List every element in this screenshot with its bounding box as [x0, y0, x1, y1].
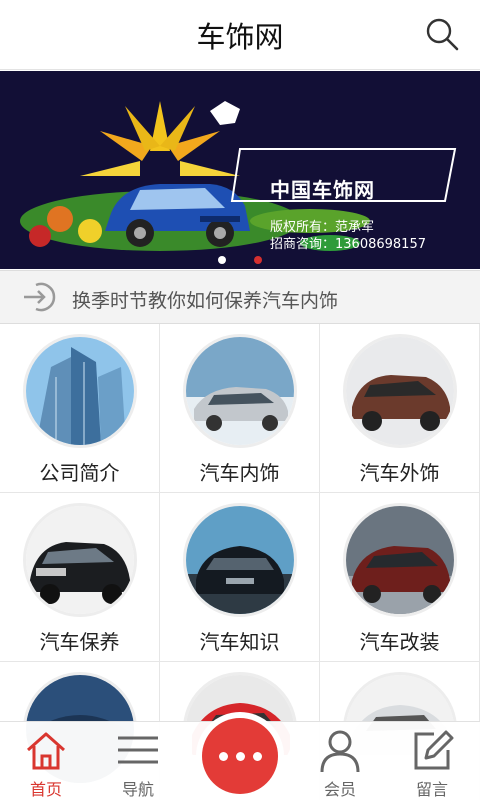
user-icon [320, 730, 360, 772]
category-label: 汽车改装 [359, 630, 440, 654]
brown-suv-photo [343, 334, 457, 448]
more-dots-icon [202, 746, 278, 765]
more-button[interactable] [202, 718, 278, 794]
tab-label: 首页 [29, 780, 62, 799]
home-icon [27, 732, 65, 770]
notice-text: 换季时节教你如何保养汽车内饰 [72, 290, 339, 312]
category-label: 公司简介 [39, 461, 120, 485]
tab-label: 会员 [323, 780, 356, 799]
tab-home[interactable]: 首页 [6, 722, 86, 800]
silver-sedan-photo [183, 334, 297, 448]
banner-brand: 中国车饰网 [270, 178, 375, 202]
category-exterior[interactable]: 汽车外饰 [320, 324, 480, 493]
carousel-dot-2[interactable] [254, 256, 262, 264]
red-sedan-photo [343, 503, 457, 617]
category-label: 汽车外饰 [359, 461, 440, 485]
enter-arrow-icon [24, 282, 56, 312]
tab-label: 留言 [415, 780, 448, 799]
category-modification[interactable]: 汽车改装 [320, 493, 480, 662]
building-photo [23, 334, 137, 448]
page-title: 车饰网 [196, 20, 284, 54]
tab-label: 导航 [121, 780, 154, 799]
category-interior[interactable]: 汽车内饰 [160, 324, 320, 493]
menu-icon [118, 736, 158, 764]
black-suv-photo [23, 503, 137, 617]
tab-nav[interactable]: 导航 [98, 722, 178, 800]
edit-icon [414, 730, 454, 770]
category-maintenance[interactable]: 汽车保养 [0, 493, 160, 662]
category-label: 汽车知识 [199, 630, 280, 654]
mercedes-photo [183, 503, 297, 617]
category-label: 汽车保养 [39, 630, 120, 654]
category-knowledge[interactable]: 汽车知识 [160, 493, 320, 662]
tab-message[interactable]: 留言 [392, 722, 472, 800]
app-header: 车饰网 [0, 0, 480, 70]
category-label: 汽车内饰 [199, 461, 280, 485]
carousel-dot-1[interactable] [218, 256, 226, 264]
carousel-indicator [0, 249, 480, 268]
category-company-intro[interactable]: 公司简介 [0, 324, 160, 493]
notice-bar[interactable]: 换季时节教你如何保养汽车内饰 [0, 270, 480, 324]
search-icon[interactable] [424, 16, 460, 52]
promo-banner[interactable]: 中国车饰网 版权所有：范承军 招商咨询：13608698157 [0, 71, 480, 269]
tab-member[interactable]: 会员 [300, 722, 380, 800]
